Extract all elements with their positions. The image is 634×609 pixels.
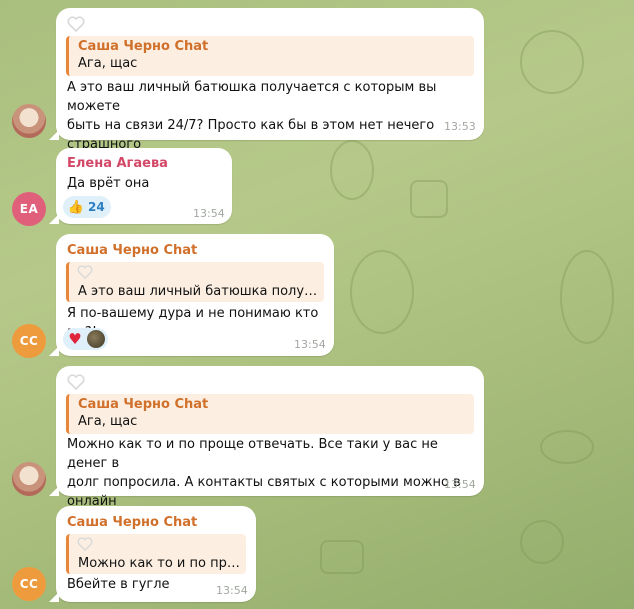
heart-icon[interactable]	[67, 374, 85, 390]
reply-quote[interactable]: Можно как то и по про...	[66, 534, 246, 574]
reply-quote[interactable]: Саша Черно Chat Ага, щас	[66, 394, 474, 434]
background-doodle	[520, 520, 564, 564]
message-bubble[interactable]: Саша Черно Chat Можно как то и по про...…	[49, 506, 256, 602]
reaction-count: 24	[88, 200, 105, 214]
message-time: 13:54	[216, 584, 248, 597]
reply-text: Ага, щас	[78, 414, 138, 429]
background-doodle	[410, 180, 448, 218]
heart-icon	[77, 537, 93, 551]
message-bubble[interactable]: Елена Агаева Да врёт она 👍 24 13:54	[49, 148, 232, 224]
sender-name[interactable]: Елена Агаева	[67, 156, 168, 171]
reply-sender: Саша Черно Chat	[78, 397, 209, 412]
sender-name[interactable]: Саша Черно Chat	[67, 243, 197, 258]
heart-icon	[77, 265, 93, 279]
background-doodle	[320, 540, 364, 574]
background-doodle	[520, 30, 584, 94]
heart-reaction-icon: ♥	[68, 330, 82, 348]
background-doodle	[540, 430, 594, 464]
reply-text: Ага, щас	[78, 56, 138, 71]
reply-quote[interactable]: Саша Черно Chat Ага, щас	[66, 36, 474, 76]
message-time: 13:54	[294, 338, 326, 351]
thumbs-up-icon: 👍	[67, 199, 85, 215]
message-bubble[interactable]: Саша Черно Chat Ага, щас Можно как то и …	[49, 366, 484, 528]
reply-quote[interactable]: А это ваш личный батюшка получае...	[66, 262, 324, 302]
reaction-chip[interactable]: ♥	[63, 328, 108, 350]
avatar[interactable]: EA	[12, 192, 46, 226]
message-bubble[interactable]: Саша Черно Chat А это ваш личный батюшка…	[49, 234, 334, 356]
reply-text: А это ваш личный батюшка получае...	[78, 284, 322, 299]
reply-sender: Саша Черно Chat	[78, 39, 209, 54]
heart-icon[interactable]	[67, 16, 85, 32]
message-bubble[interactable]: Саша Черно Chat Ага, щас А это ваш личны…	[49, 8, 484, 171]
reactor-avatar	[87, 330, 105, 348]
reaction-chip[interactable]: 👍 24	[63, 196, 111, 218]
message-text: Да врёт она	[67, 176, 150, 191]
avatar[interactable]	[12, 462, 46, 496]
background-doodle	[350, 250, 414, 334]
avatar[interactable]	[12, 104, 46, 138]
message-text: Вбейте в гугле	[67, 577, 170, 592]
message-time: 13:53	[444, 120, 476, 133]
sender-name[interactable]: Саша Черно Chat	[67, 515, 197, 530]
background-doodle	[560, 250, 614, 344]
reply-text: Можно как то и по про...	[78, 556, 244, 571]
avatar[interactable]: CC	[12, 324, 46, 358]
message-time: 13:54	[193, 207, 225, 220]
avatar[interactable]: CC	[12, 567, 46, 601]
message-time: 13:54	[444, 478, 476, 491]
